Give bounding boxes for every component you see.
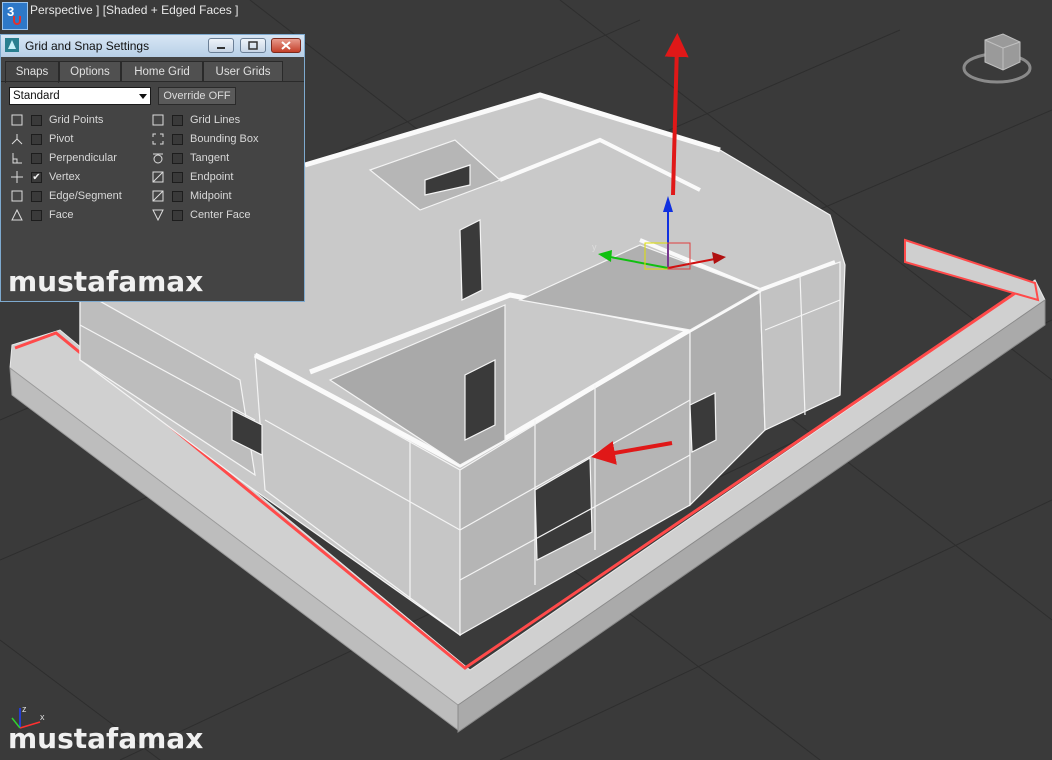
dialog-titlebar[interactable]: Grid and Snap Settings <box>1 35 304 57</box>
midpoint-snap-icon <box>152 190 164 202</box>
grid-lines-label: Grid Lines <box>190 114 241 126</box>
pivot-checkbox[interactable] <box>31 134 42 145</box>
snap-option-midpoint[interactable]: Midpoint <box>152 189 292 205</box>
bounding-box-checkbox[interactable] <box>172 134 183 145</box>
override-button[interactable]: Override OFF <box>158 87 236 105</box>
snap-option-center-face[interactable]: Center Face <box>152 208 292 224</box>
snap-option-pivot[interactable]: Pivot <box>11 132 151 148</box>
snap-toggle-button[interactable]: 3 <box>2 2 28 30</box>
tab-divider <box>1 81 304 82</box>
3dsmax-app-icon <box>5 38 19 52</box>
snap-type-dropdown[interactable]: Standard <box>9 87 151 105</box>
vertex-checkbox[interactable]: ✔ <box>31 172 42 183</box>
midpoint-label: Midpoint <box>190 190 232 202</box>
snap-option-grid-points[interactable]: Grid Points <box>11 113 151 129</box>
magnet-icon <box>13 16 21 25</box>
watermark-top: mustafamax <box>8 265 204 298</box>
bounding-box-snap-icon <box>152 133 164 145</box>
perspective-viewport[interactable]: y z x Perspective ] [Shaded + Edged Face… <box>0 0 1052 760</box>
snap-option-tangent[interactable]: Tangent <box>152 151 292 167</box>
maximize-icon <box>248 41 258 50</box>
close-icon <box>281 41 291 50</box>
center-face-label: Center Face <box>190 209 251 221</box>
face-snap-icon <box>11 209 23 221</box>
dialog-title: Grid and Snap Settings <box>25 39 150 53</box>
svg-text:x: x <box>40 712 45 722</box>
svg-text:z: z <box>22 704 27 714</box>
snap-option-edge-segment[interactable]: Edge/Segment <box>11 189 151 205</box>
watermark-bottom: mustafamax <box>8 722 204 755</box>
grid-points-checkbox[interactable] <box>31 115 42 126</box>
svg-text:y: y <box>592 242 597 252</box>
endpoint-snap-icon <box>152 171 164 183</box>
face-label: Face <box>49 209 74 221</box>
tab-home-grid[interactable]: Home Grid <box>121 61 203 81</box>
endpoint-checkbox[interactable] <box>172 172 183 183</box>
grid-snap-settings-dialog[interactable]: Grid and Snap Settings Snaps Options Hom… <box>0 34 305 302</box>
midpoint-checkbox[interactable] <box>172 191 183 202</box>
grid-lines-snap-icon <box>152 114 164 126</box>
tangent-snap-icon <box>153 153 163 164</box>
minimize-icon <box>217 47 225 49</box>
viewcube-icon <box>962 33 1032 84</box>
edge-segment-label: Edge/Segment <box>49 190 122 202</box>
snap-option-vertex[interactable]: ✔ Vertex <box>11 170 151 186</box>
square-snap-icon <box>11 114 23 126</box>
grid-points-label: Grid Points <box>49 114 104 126</box>
center-face-checkbox[interactable] <box>172 210 183 221</box>
tangent-checkbox[interactable] <box>172 153 183 164</box>
center-face-snap-icon <box>152 209 164 221</box>
dropdown-value: Standard <box>13 90 60 102</box>
minimize-button[interactable] <box>208 38 234 53</box>
grid-lines-checkbox[interactable] <box>172 115 183 126</box>
endpoint-label: Endpoint <box>190 171 234 183</box>
snap-option-bounding-box[interactable]: Bounding Box <box>152 132 292 148</box>
tab-user-grids[interactable]: User Grids <box>203 61 283 81</box>
perpendicular-label: Perpendicular <box>49 152 117 164</box>
pivot-label: Pivot <box>49 133 74 145</box>
tangent-label: Tangent <box>190 152 230 164</box>
edge-snap-icon <box>11 190 23 202</box>
face-checkbox[interactable] <box>31 210 42 221</box>
snap-option-endpoint[interactable]: Endpoint <box>152 170 292 186</box>
chevron-down-icon <box>139 94 147 99</box>
dialog-tabs: Snaps Options Home Grid User Grids <box>1 61 304 83</box>
perpendicular-checkbox[interactable] <box>31 153 42 164</box>
edge-segment-checkbox[interactable] <box>31 191 42 202</box>
close-button[interactable] <box>271 38 301 53</box>
tab-options[interactable]: Options <box>59 61 121 81</box>
tab-snaps[interactable]: Snaps <box>5 61 59 83</box>
pivot-snap-icon <box>11 134 23 145</box>
vertex-label: Vertex <box>49 171 81 183</box>
perpendicular-snap-icon <box>12 153 22 164</box>
maximize-button[interactable] <box>240 38 266 53</box>
bounding-box-label: Bounding Box <box>190 133 259 145</box>
vertex-snap-icon <box>11 171 23 183</box>
viewport-label[interactable]: Perspective ] [Shaded + Edged Faces ] <box>30 3 238 17</box>
snap-option-grid-lines[interactable]: Grid Lines <box>152 113 292 129</box>
snap-option-face[interactable]: Face <box>11 208 151 224</box>
snap-option-perpendicular[interactable]: Perpendicular <box>11 151 151 167</box>
